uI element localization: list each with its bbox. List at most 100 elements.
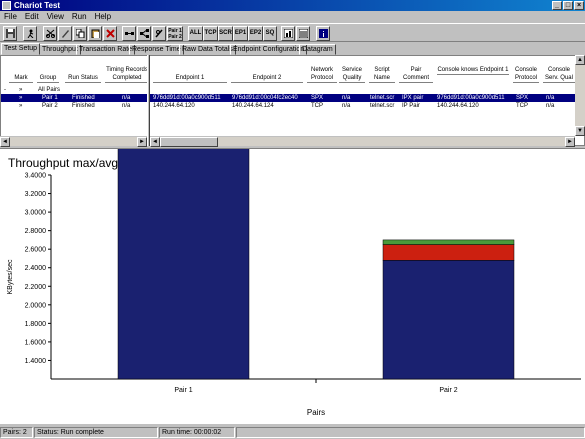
- add-pair-button[interactable]: [122, 26, 136, 41]
- col-header-timing[interactable]: Timing Records Completed: [105, 66, 149, 83]
- bar-segment: [382, 260, 515, 380]
- scroll-left-arrow-icon[interactable]: ◄: [0, 137, 10, 147]
- col-header-endpoint2[interactable]: Endpoint 2: [231, 74, 303, 83]
- status-bar: Pairs: 2 Status: Run complete Run time: …: [0, 426, 585, 439]
- script-icon: [154, 29, 163, 38]
- menu-run[interactable]: Run: [71, 11, 88, 23]
- col-header-endpoint1[interactable]: Endpoint 1: [153, 74, 227, 83]
- y-tick-label: 3.0000: [25, 210, 47, 217]
- scissors-icon: [45, 29, 55, 38]
- scroll-left-arrow-icon[interactable]: ◄: [150, 137, 160, 147]
- runner-icon: [27, 29, 33, 38]
- left-horizontal-scrollbar[interactable]: ◄ ►: [0, 136, 147, 147]
- row-group: Pair 2: [42, 103, 58, 109]
- run-button[interactable]: [23, 26, 37, 41]
- edit-button[interactable]: [58, 26, 72, 41]
- scroll-down-arrow-icon[interactable]: ▼: [575, 126, 585, 136]
- menu-help[interactable]: Help: [94, 11, 112, 23]
- y-tick-label: 1.6000: [25, 339, 47, 346]
- row-mark[interactable]: »: [19, 86, 22, 94]
- filter-sq-button[interactable]: SQ: [263, 26, 277, 41]
- copy-icon: [75, 29, 84, 38]
- scroll-right-arrow-icon[interactable]: ►: [137, 137, 147, 147]
- paste-button[interactable]: [88, 26, 102, 41]
- grid-vertical-scrollbar[interactable]: ▲ ▼: [575, 55, 585, 136]
- maximize-button[interactable]: □: [563, 1, 573, 10]
- col-header-console-serv-qual[interactable]: Console Serv. Qual: [543, 66, 575, 83]
- menu-file[interactable]: File: [3, 11, 18, 23]
- col-header-run-status[interactable]: Run Status: [65, 74, 101, 83]
- y-tick-label: 2.2000: [25, 284, 47, 291]
- row-service-quality: n/a: [342, 95, 351, 101]
- filter-ep2-button[interactable]: EP2: [248, 26, 263, 41]
- pair-select-button[interactable]: Pair 1 Pair 2: [167, 26, 183, 41]
- col-header-service-quality[interactable]: Service Quality: [339, 66, 365, 83]
- script-button[interactable]: [152, 26, 166, 41]
- tab-response-time[interactable]: Response Time: [129, 44, 184, 55]
- pane-splitter[interactable]: [147, 55, 150, 146]
- row-timing: n/a: [122, 103, 131, 109]
- col-header-pair-comment[interactable]: Pair Comment: [399, 66, 433, 83]
- add-multicast-button[interactable]: [137, 26, 151, 41]
- delete-button[interactable]: [103, 26, 117, 41]
- close-button[interactable]: ×: [574, 1, 584, 10]
- filter-ep1-button[interactable]: EP1: [233, 26, 248, 41]
- pencil-icon: [61, 30, 69, 38]
- filter-tcp-button[interactable]: TCP: [203, 26, 218, 41]
- menu-bar: File Edit View Run Help: [0, 11, 585, 23]
- tab-transaction-rate[interactable]: Transaction Rate: [76, 44, 136, 55]
- tab-datagram[interactable]: Datagram: [299, 44, 336, 55]
- row-endpoint1: 140.244.64.120: [153, 103, 195, 109]
- minimize-button[interactable]: _: [552, 1, 562, 10]
- menu-edit[interactable]: Edit: [24, 11, 40, 23]
- y-tick-label: 3.2000: [25, 191, 47, 198]
- filter-scr-button[interactable]: SCR: [218, 26, 233, 41]
- right-horizontal-scrollbar[interactable]: ◄ ►: [150, 136, 575, 147]
- x-tick-label: Pair 1: [174, 387, 192, 394]
- y-tick-label: 3.4000: [25, 173, 47, 180]
- menu-view[interactable]: View: [46, 11, 65, 23]
- col-header-group[interactable]: Group: [37, 74, 59, 83]
- copy-button[interactable]: [73, 26, 87, 41]
- filter-all-button[interactable]: ALL: [188, 26, 203, 41]
- scroll-thumb[interactable]: [160, 137, 218, 147]
- info-button[interactable]: [316, 26, 330, 41]
- row-console-endpoint1: 140.244.64.120: [437, 103, 479, 109]
- throughput-chart: 3.4000 3.2000 3.0000 2.8000 2.6000 2.4000 2.20…: [7, 149, 581, 417]
- row-mark[interactable]: »: [19, 94, 22, 102]
- y-tick-label: 2.6000: [25, 247, 47, 254]
- tab-strip: Test Setup Throughput Transaction Rate R…: [0, 43, 585, 55]
- col-header-network-protocol[interactable]: Network Protocol: [307, 66, 337, 83]
- col-header-console-endpoint1[interactable]: Console knows Endpoint 1: [437, 66, 509, 75]
- col-header-mark[interactable]: Mark: [9, 74, 33, 83]
- scroll-right-arrow-icon[interactable]: ►: [565, 137, 575, 147]
- tab-throughput[interactable]: Throughput: [39, 44, 81, 55]
- row-endpoint2: 140.244.64.124: [232, 103, 274, 109]
- tab-endpoint-configuration[interactable]: Endpoint Configuration: [230, 44, 308, 55]
- table-view-button[interactable]: [296, 26, 310, 41]
- tab-test-setup[interactable]: Test Setup: [1, 43, 41, 55]
- x-tick-label: Pair 2: [439, 387, 457, 394]
- row-comment: IPX pair: [402, 95, 424, 101]
- y-tick-label: 2.4000: [25, 265, 47, 272]
- row-mark[interactable]: »: [19, 102, 22, 110]
- row-group: Pair 1: [42, 95, 58, 101]
- floppy-disk-icon: [5, 29, 15, 38]
- save-button[interactable]: [3, 26, 17, 41]
- col-header-console-protocol[interactable]: Console Protocol: [513, 66, 539, 83]
- y-tick-label: 1.8000: [25, 321, 47, 328]
- row-endpoint2: 976dd91d:00c04fc2ec40: [232, 95, 298, 101]
- row-script: telnet.scr: [370, 95, 395, 101]
- app-icon: [2, 1, 11, 10]
- cut-button[interactable]: [43, 26, 57, 41]
- window-title: Chariot Test: [14, 1, 61, 10]
- row-endpoint1: 976dd91d:00a0c900d511: [153, 95, 221, 101]
- chart-view-button[interactable]: [281, 26, 295, 41]
- scroll-up-arrow-icon[interactable]: ▲: [575, 55, 585, 65]
- row-group: All Pairs: [38, 87, 61, 93]
- col-header-script-name[interactable]: Script Name: [369, 66, 395, 83]
- expand-toggle[interactable]: -: [4, 86, 6, 94]
- toolbar: Pair 1 Pair 2 ALL TCP SCR EP1 EP2 SQ: [0, 23, 585, 42]
- chart-pane: Throughput max/avg/min 3.4000 3.2000 3.000…: [0, 148, 585, 424]
- tab-raw-data-totals[interactable]: Raw Data Totals: [179, 44, 236, 55]
